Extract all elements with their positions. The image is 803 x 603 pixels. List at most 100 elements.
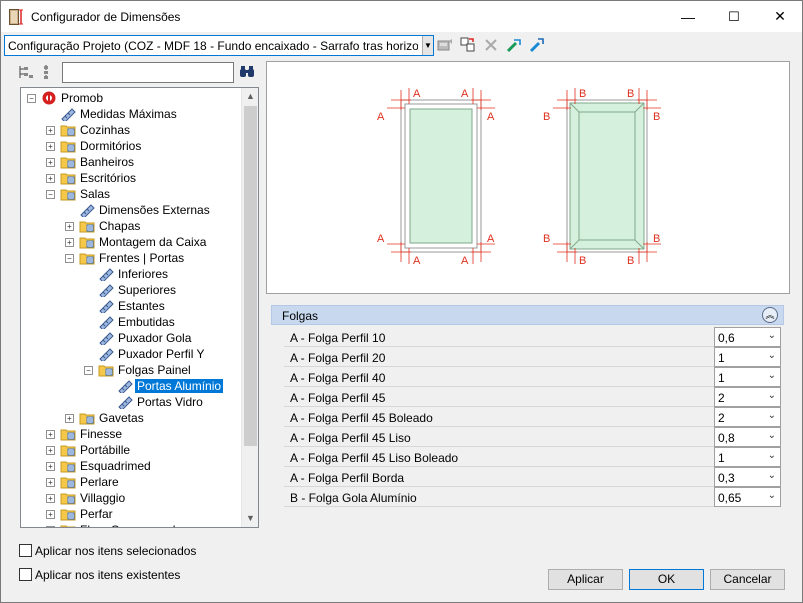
dimension-label: B [653, 111, 660, 123]
apply-selected-label: Aplicar nos itens selecionados [35, 544, 197, 558]
collapse-node-icon[interactable]: − [46, 190, 55, 199]
expand-icon[interactable]: + [65, 414, 74, 423]
chevron-down-icon[interactable]: ⌄ [768, 490, 776, 501]
tree-node[interactable]: + Perfar [21, 506, 241, 522]
tree-node[interactable]: + Perlare [21, 474, 241, 490]
tree-node[interactable]: + Chapas [21, 218, 241, 234]
expand-icon[interactable]: + [65, 238, 74, 247]
tree-node[interactable]: − Salas [21, 186, 241, 202]
tree-node[interactable]: + Banheiros [21, 154, 241, 170]
chevron-down-icon[interactable]: ⌄ [768, 390, 776, 401]
apply-selected-checkbox[interactable] [19, 544, 32, 557]
scroll-up-icon[interactable]: ▲ [242, 88, 258, 105]
collapse-node-icon[interactable]: − [84, 366, 93, 375]
folder-icon [79, 237, 95, 249]
expand-icon[interactable]: + [46, 446, 55, 455]
tree-node[interactable]: + Gavetas [21, 410, 241, 426]
tree-node[interactable]: + Escritórios [21, 170, 241, 186]
chevron-down-icon[interactable]: ⌄ [768, 330, 776, 341]
expand-icon[interactable]: + [46, 526, 55, 527]
minimize-button[interactable]: — [665, 1, 711, 32]
property-value-combo[interactable]: 1 ⌄ [714, 347, 781, 367]
chevron-down-icon[interactable]: ⌄ [768, 450, 776, 461]
collapse-node-icon[interactable]: − [65, 254, 74, 263]
dimension-label: A [487, 233, 495, 245]
promob-logo-icon [42, 91, 56, 105]
tree-node[interactable]: − Folgas Painel [21, 362, 241, 378]
export-icon[interactable] [529, 37, 545, 53]
ok-button[interactable]: OK [629, 569, 704, 590]
tree-node[interactable]: − Frentes | Portas [21, 250, 241, 266]
chevron-down-icon[interactable]: ⌄ [768, 410, 776, 421]
binoculars-icon[interactable] [239, 64, 255, 80]
expand-icon[interactable]: + [46, 510, 55, 519]
tree-node[interactable]: + Flora Compensado [21, 522, 241, 527]
copy-config-icon[interactable] [460, 37, 476, 53]
chevron-down-icon[interactable]: ⌄ [768, 430, 776, 441]
expand-icon[interactable]: + [46, 462, 55, 471]
property-value-combo[interactable]: 1 ⌄ [714, 367, 781, 387]
expand-tree-icon[interactable] [18, 64, 34, 80]
tree-node[interactable]: Superiores [21, 282, 241, 298]
configuration-combo[interactable]: Configuração Projeto (COZ - MDF 18 - Fun… [4, 35, 434, 56]
tree-node[interactable]: Puxador Gola [21, 330, 241, 346]
tree-node[interactable]: + Dormitórios [21, 138, 241, 154]
expand-icon[interactable]: + [46, 174, 55, 183]
property-row: A - Folga Perfil 45 Liso Boleado 1 ⌄ [284, 447, 781, 467]
tree-node[interactable]: + Montagem da Caixa [21, 234, 241, 250]
expand-icon[interactable]: + [46, 142, 55, 151]
chevron-down-icon[interactable]: ▼ [422, 36, 433, 55]
tree-node[interactable]: + Esquadrimed [21, 458, 241, 474]
close-button[interactable]: ✕ [757, 1, 803, 32]
chevron-down-icon[interactable]: ⌄ [768, 350, 776, 361]
chevron-down-icon[interactable]: ⌄ [768, 470, 776, 481]
collapse-icon[interactable]: ︽ [762, 307, 778, 323]
delete-icon[interactable] [483, 37, 499, 53]
scroll-thumb[interactable] [244, 106, 257, 446]
tree-node[interactable]: + Finesse [21, 426, 241, 442]
expand-icon[interactable]: + [46, 494, 55, 503]
apply-existing-checkbox[interactable] [19, 568, 32, 581]
section-title: Folgas [282, 309, 319, 323]
property-value-combo[interactable]: 0,6 ⌄ [714, 327, 781, 347]
tree-node[interactable]: + Cozinhas [21, 122, 241, 138]
property-value-combo[interactable]: 0,65 ⌄ [714, 487, 781, 507]
tree-node[interactable]: Estantes [21, 298, 241, 314]
property-value-combo[interactable]: 0,8 ⌄ [714, 427, 781, 447]
property-key: A - Folga Perfil 45 Boleado [290, 411, 433, 425]
configuration-tree[interactable]: − Promob Medidas Máximas + Cozinhas + Dormitór… [20, 87, 259, 528]
section-header[interactable]: Folgas ︽ [271, 305, 784, 325]
property-key: A - Folga Perfil 20 [290, 351, 386, 365]
tree-node[interactable]: Inferiores [21, 266, 241, 282]
expand-icon[interactable]: + [46, 158, 55, 167]
property-value-combo[interactable]: 2 ⌄ [714, 387, 781, 407]
expand-icon[interactable]: + [65, 222, 74, 231]
tree-node[interactable]: Portas Alumínio [21, 378, 241, 394]
expand-icon[interactable]: + [46, 126, 55, 135]
expand-icon[interactable]: + [46, 430, 55, 439]
apply-button[interactable]: Aplicar [548, 569, 623, 590]
expand-icon[interactable]: + [46, 478, 55, 487]
import-icon[interactable] [506, 37, 522, 53]
save-config-icon[interactable] [437, 37, 453, 53]
property-value-combo[interactable]: 1 ⌄ [714, 447, 781, 467]
property-value-combo[interactable]: 2 ⌄ [714, 407, 781, 427]
tree-node[interactable]: − Promob [21, 90, 241, 106]
search-input[interactable] [62, 62, 234, 83]
collapse-tree-icon[interactable] [41, 64, 57, 80]
property-value-combo[interactable]: 0,3 ⌄ [714, 467, 781, 487]
tree-node[interactable]: Portas Vidro [21, 394, 241, 410]
tree-node[interactable]: Puxador Perfil Y [21, 346, 241, 362]
scroll-down-icon[interactable]: ▼ [242, 510, 258, 527]
cancel-button[interactable]: Cancelar [710, 569, 785, 590]
tree-node[interactable]: Dimensões Externas [21, 202, 241, 218]
tree-node[interactable]: Medidas Máximas [21, 106, 241, 122]
tree-node[interactable]: + Villaggio [21, 490, 241, 506]
tree-scrollbar[interactable]: ▲ ▼ [241, 88, 258, 527]
maximize-button[interactable]: ☐ [711, 1, 757, 32]
tree-node[interactable]: + Portábille [21, 442, 241, 458]
property-row: A - Folga Perfil Borda 0,3 ⌄ [284, 467, 781, 487]
tree-node[interactable]: Embutidas [21, 314, 241, 330]
chevron-down-icon[interactable]: ⌄ [768, 370, 776, 381]
collapse-node-icon[interactable]: − [27, 94, 36, 103]
